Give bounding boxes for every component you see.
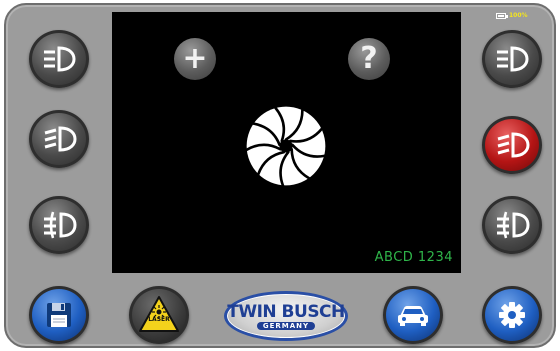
rear-fog-light-icon: [44, 211, 77, 239]
battery-percentage: 100%: [509, 12, 528, 19]
logo-subtext: GERMANY: [256, 321, 316, 330]
low-beam-icon: [497, 46, 529, 72]
battery-icon: [496, 12, 508, 19]
fog-light-icon: [497, 132, 530, 158]
question-icon: ?: [360, 41, 378, 76]
laser-button[interactable]: LASER: [129, 286, 189, 344]
right-low-beam-button[interactable]: [482, 30, 542, 88]
battery-status: 100%: [496, 12, 528, 19]
left-rear-fog-light-button[interactable]: [29, 196, 89, 254]
plus-icon: +: [182, 41, 208, 76]
left-low-beam-button[interactable]: [29, 30, 89, 88]
license-plate-text: ABCD 1234: [374, 250, 453, 265]
logo-text: TWIN BUSCH: [227, 301, 345, 322]
low-beam-icon: [44, 46, 76, 72]
floppy-disk-icon: [47, 303, 71, 327]
laser-label: LASER: [148, 316, 170, 323]
gear-icon: [499, 302, 525, 328]
fog-light-icon: [44, 126, 77, 152]
aperture-icon: [245, 106, 326, 187]
right-fog-light-button-active[interactable]: [482, 116, 542, 174]
left-fog-light-button[interactable]: [29, 110, 89, 168]
vehicle-button[interactable]: [383, 286, 443, 344]
settings-button[interactable]: [482, 286, 542, 344]
twin-busch-logo: TWIN BUSCH GERMANY: [224, 291, 348, 341]
laser-warning-icon: LASER: [139, 295, 179, 335]
rear-fog-light-icon: [497, 211, 530, 239]
help-button[interactable]: ?: [348, 38, 390, 80]
car-icon: [398, 306, 428, 326]
right-rear-fog-light-button[interactable]: [482, 196, 542, 254]
add-button[interactable]: +: [174, 38, 216, 80]
save-button[interactable]: [29, 286, 89, 344]
